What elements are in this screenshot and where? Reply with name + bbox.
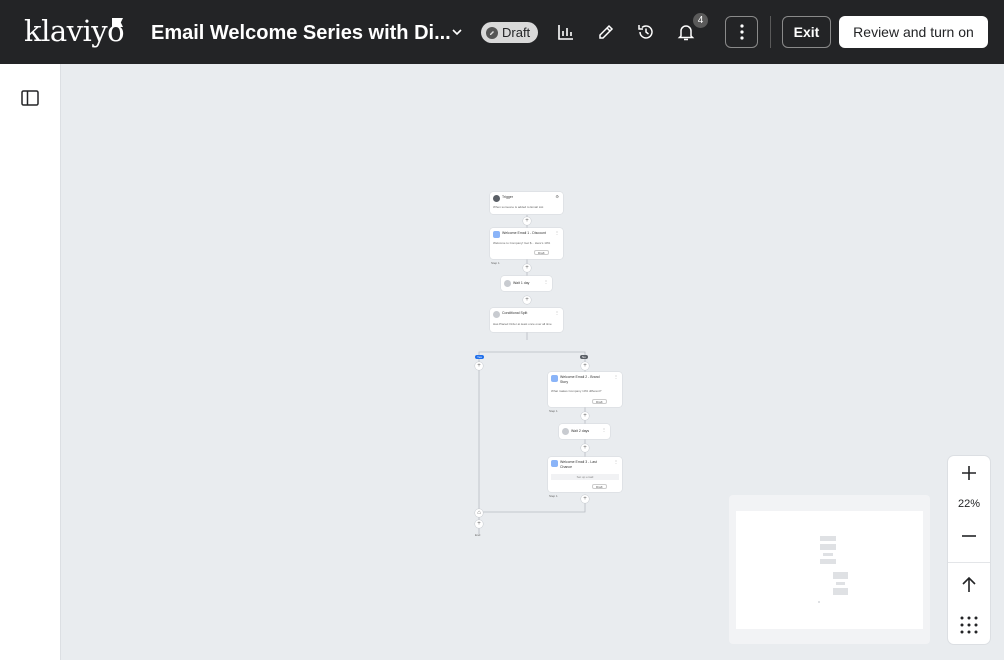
end-label: End — [475, 533, 481, 537]
email-3-status-chip[interactable]: Draft — [592, 484, 607, 489]
split-title: Conditional Split — [502, 311, 528, 315]
add-step-button[interactable]: + — [523, 296, 531, 304]
add-step-button[interactable]: + — [475, 362, 483, 370]
email-icon — [551, 460, 558, 467]
email-icon — [493, 231, 500, 238]
email-1-title: Welcome Email 1 - Discount — [502, 231, 546, 235]
wait-2-menu-icon[interactable]: ⋮ — [602, 428, 606, 432]
branch-yes-tag: Yes — [475, 355, 484, 359]
trigger-node[interactable]: Trigger ⚙ When someone is added to Email… — [490, 192, 563, 214]
email-1-subtitle: Welcome to Company! Get $... Here's 10% — [493, 241, 551, 245]
edit-button[interactable] — [594, 20, 618, 44]
split-subtitle: Has Placed Order at least once over all … — [493, 322, 552, 326]
merge-node-icon: ⌂ — [475, 509, 483, 517]
email-2-status-chip[interactable]: Draft — [592, 399, 607, 404]
email-1-step-label: Step 1 — [491, 261, 500, 265]
edit-pencil-icon — [599, 24, 614, 39]
grid-dots-icon — [960, 616, 978, 634]
trigger-subtitle: When someone is added to Email List — [493, 205, 544, 209]
trigger-icon — [493, 195, 500, 202]
status-label: Draft — [502, 25, 531, 40]
wait-1-title: Wait 1 day — [513, 281, 530, 285]
add-step-button[interactable]: + — [581, 444, 589, 452]
chevron-down-icon — [452, 29, 462, 36]
add-step-button[interactable]: + — [523, 217, 531, 225]
zoom-divider — [948, 562, 990, 563]
email-2-subtitle: What makes Company 10% different? — [551, 389, 602, 393]
status-badge: Draft — [481, 22, 539, 43]
more-vertical-icon — [739, 24, 744, 40]
wait-2-node[interactable]: Wait 2 days ⋮ — [559, 424, 610, 439]
minimap[interactable] — [729, 495, 930, 644]
set-up-email-field[interactable]: Set up email — [551, 474, 619, 480]
email-2-node[interactable]: Welcome Email 2 - Brand Story ⋮ What mak… — [548, 372, 622, 407]
minimap-node — [820, 536, 836, 541]
top-bar: klaviyo Email Welcome Series with Di... … — [0, 0, 1004, 64]
email-3-menu-icon[interactable]: ⋮ — [614, 460, 618, 464]
exit-button[interactable]: Exit — [782, 16, 831, 48]
review-and-turn-on-button[interactable]: Review and turn on — [839, 16, 988, 48]
wait-2-title: Wait 2 days — [571, 429, 590, 433]
history-icon — [638, 25, 653, 39]
add-step-button[interactable]: + — [581, 362, 589, 370]
analytics-icon — [558, 25, 573, 40]
zoom-level: 22% — [957, 498, 981, 510]
clock-icon — [562, 428, 569, 435]
add-step-button[interactable]: + — [523, 264, 531, 272]
add-step-button[interactable]: + — [581, 412, 589, 420]
email-3-node[interactable]: Welcome Email 3 - Last Chance ⋮ Set up e… — [548, 457, 622, 492]
trigger-settings-icon[interactable]: ⚙ — [555, 195, 559, 199]
minimap-node — [820, 559, 836, 564]
minimap-node — [818, 601, 820, 603]
email-1-menu-icon[interactable]: ⋮ — [555, 231, 559, 235]
header-divider — [770, 16, 771, 48]
minimap-node — [820, 544, 836, 550]
minimap-node — [833, 572, 848, 579]
conditional-split-node[interactable]: Conditional Split ⋮ Has Placed Order at … — [490, 308, 563, 332]
email-2-menu-icon[interactable]: ⋮ — [614, 375, 618, 379]
arrow-up-icon — [962, 576, 976, 592]
clock-icon — [504, 280, 511, 287]
minimap-node — [833, 588, 848, 595]
left-sidebar — [0, 64, 61, 660]
klaviyo-logo[interactable]: klaviyo — [24, 14, 125, 48]
zoom-in-button[interactable] — [957, 461, 981, 485]
email-2-title: Welcome Email 2 - Brand Story — [560, 375, 600, 384]
history-button[interactable] — [634, 20, 658, 44]
draft-pencil-icon — [486, 26, 498, 39]
branch-no-tag: No — [580, 355, 588, 359]
minimap-viewport[interactable] — [736, 511, 923, 629]
email-1-status-chip[interactable]: Draft — [534, 250, 549, 255]
analytics-button[interactable] — [554, 20, 578, 44]
flow-title[interactable]: Email Welcome Series with Di... — [151, 20, 451, 46]
minimap-node — [823, 553, 833, 556]
minimap-toggle-button[interactable] — [957, 613, 981, 637]
zoom-controls: 22% — [948, 456, 990, 644]
flow-canvas[interactable]: Trigger ⚙ When someone is added to Email… — [61, 64, 1004, 660]
minus-icon — [962, 535, 976, 537]
fit-view-button[interactable] — [957, 573, 981, 597]
plus-icon — [962, 466, 976, 480]
sidebar-toggle-button[interactable] — [19, 87, 41, 109]
email-icon — [551, 375, 558, 382]
email-2-step-label: Step 1 — [549, 409, 558, 413]
email-3-title: Welcome Email 3 - Last Chance — [560, 460, 597, 469]
minimap-node — [836, 582, 845, 585]
title-dropdown-button[interactable] — [445, 20, 469, 44]
split-icon — [493, 311, 500, 318]
notification-count-badge: 4 — [693, 13, 708, 28]
bell-icon — [677, 25, 695, 41]
trigger-title: Trigger — [502, 195, 513, 199]
wait-1-node[interactable]: Wait 1 day ⋮ — [501, 276, 552, 291]
wait-1-menu-icon[interactable]: ⋮ — [544, 280, 548, 284]
split-menu-icon[interactable]: ⋮ — [555, 311, 559, 315]
sidebar-toggle-icon — [21, 90, 39, 106]
email-3-step-label: Step 1 — [549, 494, 558, 498]
email-1-node[interactable]: Welcome Email 1 - Discount ⋮ Welcome to … — [490, 228, 563, 259]
add-step-button[interactable]: + — [475, 520, 483, 528]
more-options-button[interactable] — [725, 16, 758, 48]
add-step-button[interactable]: + — [581, 495, 589, 503]
zoom-out-button[interactable] — [957, 524, 981, 548]
